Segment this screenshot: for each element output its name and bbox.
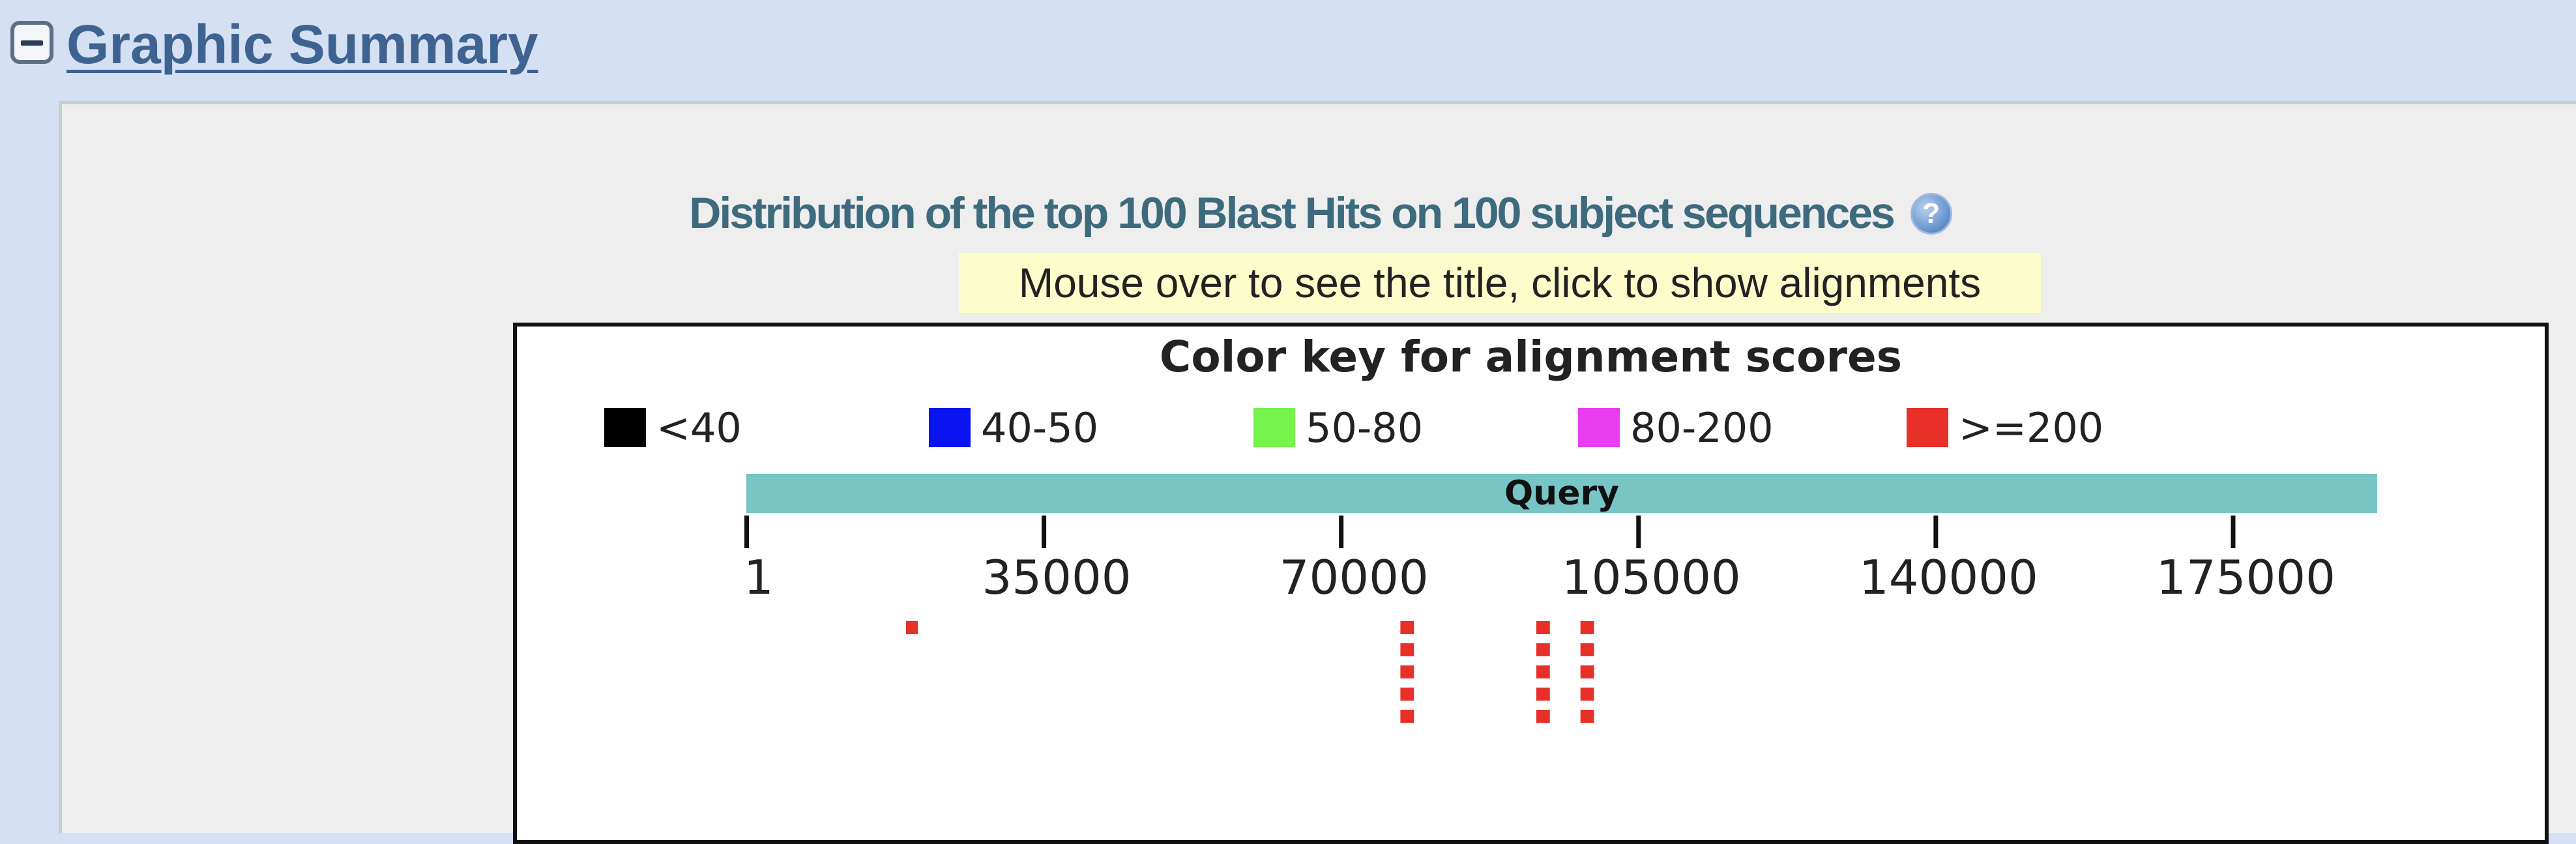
hit-segment[interactable] <box>1580 665 1594 678</box>
axis-tick <box>1933 516 1939 548</box>
axis-tick-label: 175000 <box>2156 550 2335 605</box>
hit-segment[interactable] <box>1536 643 1550 656</box>
axis-tick-label: 70000 <box>1280 550 1429 605</box>
axis-tick <box>1636 516 1641 548</box>
hit-segment[interactable] <box>1400 688 1414 701</box>
question-mark-icon[interactable]: ? <box>1910 193 1952 235</box>
hits-plot[interactable]: 1 35000 70000 105000 140000 175000 <box>517 327 2545 840</box>
hit-segment[interactable] <box>905 621 918 634</box>
hit-segment[interactable] <box>1400 643 1414 656</box>
hit-segment[interactable] <box>1400 710 1414 723</box>
hit-segment[interactable] <box>1580 688 1594 701</box>
hit-segment[interactable] <box>1580 710 1594 723</box>
axis-tick <box>1339 516 1344 548</box>
hit-segment[interactable] <box>1580 621 1594 634</box>
hit-segment[interactable] <box>1400 665 1414 678</box>
minus-box-icon <box>21 40 43 46</box>
mouseover-hint: Mouse over to see the title, click to sh… <box>959 253 2041 313</box>
axis-tick-label: 140000 <box>1859 550 2038 605</box>
hit-segment[interactable] <box>1536 710 1550 723</box>
axis-tick <box>744 516 749 548</box>
axis-tick <box>2231 516 2236 548</box>
collapse-section-button[interactable] <box>10 21 53 64</box>
hit-segment[interactable] <box>1536 665 1550 678</box>
hit-segment[interactable] <box>1536 621 1550 634</box>
axis-tick-label: 35000 <box>982 550 1132 605</box>
axis-tick-label: 105000 <box>1562 550 1741 605</box>
axis-tick-label: 1 <box>744 550 774 605</box>
hit-segment[interactable] <box>1400 621 1414 634</box>
distribution-heading-text: Distribution of the top 100 Blast Hits o… <box>689 188 1895 238</box>
blast-hits-graphic[interactable]: Color key for alignment scores <40 40-50 5… <box>513 323 2549 844</box>
distribution-heading: Distribution of the top 100 Blast Hits o… <box>62 188 2576 239</box>
axis-tick <box>1042 516 1047 548</box>
graphic-summary-panel: Distribution of the top 100 Blast Hits o… <box>59 101 2576 844</box>
hit-segment[interactable] <box>1536 688 1550 701</box>
hit-segment[interactable] <box>1580 643 1594 656</box>
section-title-link[interactable]: Graphic Summary <box>66 12 538 78</box>
